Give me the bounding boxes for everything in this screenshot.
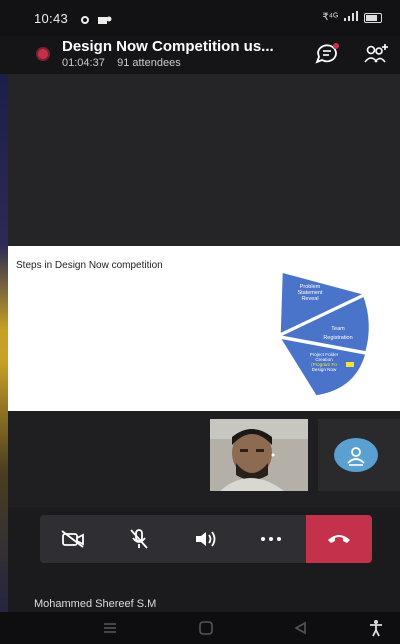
segment-label-3: Project Folder Creation (Program Fo Design … bbox=[310, 352, 339, 372]
meeting-stage-top bbox=[8, 74, 400, 246]
more-options-button[interactable] bbox=[238, 515, 304, 563]
shared-screen-slide: Steps in Design Now competition Problem S… bbox=[8, 246, 400, 411]
recent-apps-icon[interactable] bbox=[100, 618, 120, 638]
accessibility-icon[interactable] bbox=[366, 618, 386, 638]
system-nav-bar bbox=[0, 612, 400, 644]
more-icon bbox=[261, 537, 281, 541]
meeting-title[interactable]: Design Now Competition us... bbox=[62, 38, 274, 55]
network-indicator: ₹⁴ᴳ bbox=[322, 12, 338, 23]
teams-notification-icon bbox=[98, 12, 112, 30]
slide-title: Steps in Design Now competition bbox=[16, 260, 163, 271]
hang-up-button[interactable] bbox=[306, 515, 372, 563]
back-icon[interactable] bbox=[290, 618, 310, 638]
meeting-duration: 01:04:37 bbox=[62, 57, 105, 69]
attendee-count: 91 attendees bbox=[117, 57, 181, 69]
meeting-info: 01:04:37 91 attendees bbox=[62, 57, 181, 69]
participant-name: Mohammed Shereef S.M bbox=[34, 598, 157, 610]
participant-video-tile[interactable] bbox=[210, 419, 308, 491]
settings-icon bbox=[80, 12, 90, 30]
camera-off-icon bbox=[61, 530, 84, 548]
battery-icon bbox=[364, 12, 382, 23]
user-avatar-icon[interactable] bbox=[334, 438, 378, 472]
home-icon[interactable] bbox=[196, 618, 216, 638]
status-time: 10:43 bbox=[34, 11, 69, 26]
call-control-bar bbox=[40, 515, 372, 563]
background-wallpaper-strip bbox=[0, 74, 8, 644]
camera-toggle-button[interactable] bbox=[40, 515, 106, 563]
hang-up-icon bbox=[328, 535, 350, 543]
slide-pie-diagram: Problem Statement Reveal Team Registration … bbox=[277, 271, 371, 397]
speaker-button[interactable] bbox=[172, 515, 238, 563]
participant-video-feed bbox=[210, 419, 308, 491]
status-bar: 10:43 ₹⁴ᴳ bbox=[0, 0, 400, 36]
mic-off-icon bbox=[130, 529, 148, 549]
signal-icon bbox=[344, 11, 358, 24]
add-people-icon[interactable] bbox=[362, 42, 390, 66]
chat-icon[interactable] bbox=[314, 42, 340, 66]
meeting-header: Design Now Competition us... 01:04:37 91… bbox=[0, 36, 400, 74]
mute-button[interactable] bbox=[106, 515, 172, 563]
speaker-icon bbox=[196, 531, 216, 547]
recording-indicator-icon bbox=[36, 47, 50, 61]
